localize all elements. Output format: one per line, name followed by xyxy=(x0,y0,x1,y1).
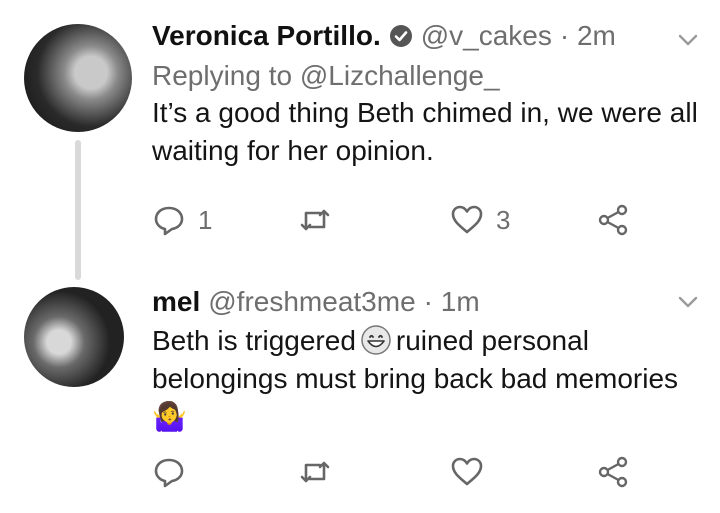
user-handle[interactable]: @v_cakes xyxy=(421,18,552,54)
retweet-button[interactable] xyxy=(298,452,344,492)
reply-icon xyxy=(154,206,184,236)
share-icon xyxy=(598,204,628,236)
verified-badge-icon xyxy=(389,25,412,47)
tweet-text: It’s a good thing Beth chimed in, we wer… xyxy=(152,97,698,166)
chevron-down-icon[interactable] xyxy=(676,28,700,52)
retweet-icon xyxy=(300,209,330,231)
reply-button[interactable]: 1 xyxy=(152,200,212,240)
display-name[interactable]: Veronica Portillo. xyxy=(152,18,381,54)
reply-button[interactable] xyxy=(152,452,198,492)
tweet-text-part: Beth is triggered xyxy=(152,325,356,356)
tweet-actions: 1 3 xyxy=(152,200,700,240)
user-handle[interactable]: @freshmeat3me xyxy=(208,284,415,320)
tweet-content: Veronica Portillo. @v_cakes · 2m Replyin… xyxy=(152,18,700,170)
like-count: 3 xyxy=(496,204,511,235)
tweet-content: mel @freshmeat3me · 1m Beth is triggered… xyxy=(152,284,700,436)
share-button[interactable] xyxy=(596,200,630,240)
retweet-button[interactable] xyxy=(298,200,344,240)
like-button[interactable] xyxy=(450,452,496,492)
tweet-header: mel @freshmeat3me · 1m xyxy=(152,284,700,320)
reply-icon xyxy=(154,458,184,488)
heart-icon xyxy=(451,205,483,234)
display-name[interactable]: mel xyxy=(152,284,200,320)
tweet-actions xyxy=(152,452,700,492)
tweet-header: Veronica Portillo. @v_cakes · 2m xyxy=(152,18,700,54)
grinning-face-emoji xyxy=(361,325,391,355)
timestamp[interactable]: · 1m xyxy=(424,284,480,320)
like-button[interactable]: 3 xyxy=(450,200,510,240)
avatar[interactable] xyxy=(24,24,132,132)
tweet-mel[interactable]: mel @freshmeat3me · 1m Beth is triggered… xyxy=(0,280,720,513)
chevron-down-icon[interactable] xyxy=(676,290,700,314)
reply-count: 1 xyxy=(198,204,213,235)
retweet-icon xyxy=(300,461,330,483)
tweet-veronica[interactable]: Veronica Portillo. @v_cakes · 2m Replyin… xyxy=(0,0,720,280)
share-icon xyxy=(598,456,628,488)
timestamp[interactable]: · 2m xyxy=(560,18,616,54)
avatar[interactable] xyxy=(24,287,124,387)
tweet-text: Beth is triggered ruined personal belong… xyxy=(152,322,712,436)
heart-icon xyxy=(451,457,483,486)
thread-connector-line xyxy=(75,140,81,280)
replying-to[interactable]: Replying to @Lizchallenge_ xyxy=(152,58,700,94)
share-button[interactable] xyxy=(596,452,630,492)
